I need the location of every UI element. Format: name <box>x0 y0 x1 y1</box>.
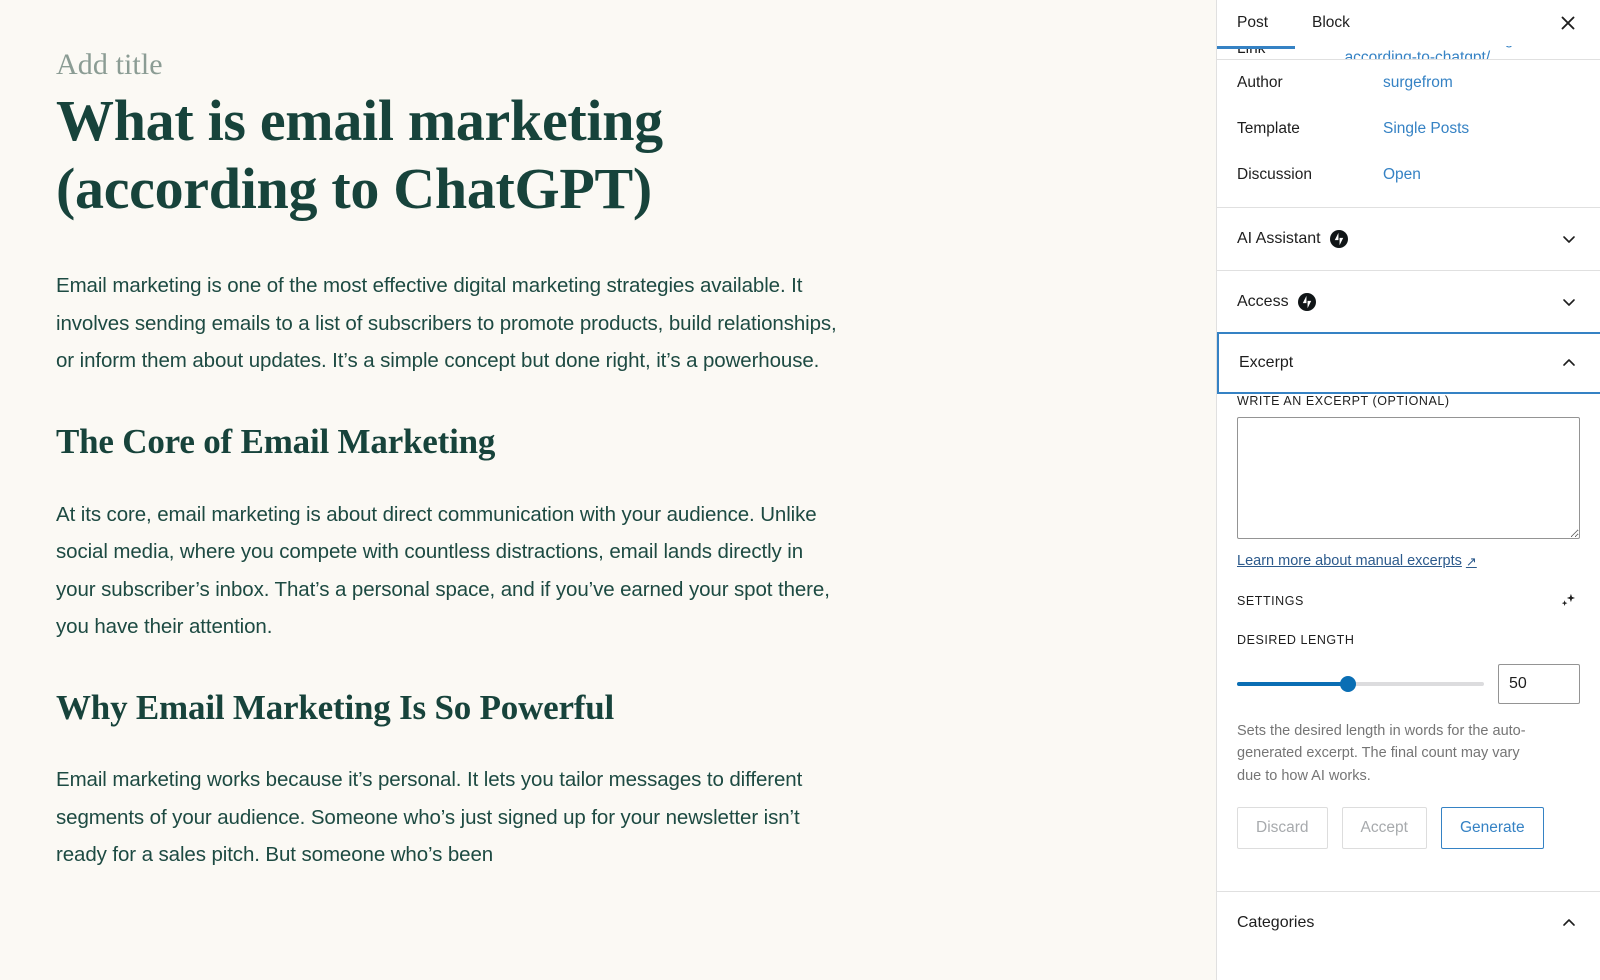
generate-button[interactable]: Generate <box>1440 807 1544 850</box>
active-tab-indicator <box>1217 46 1295 49</box>
post-title-input[interactable]: What is email marketing (according to Ch… <box>56 87 696 224</box>
discussion-row: Discussion Open <box>1217 152 1600 198</box>
panel-access[interactable]: Access <box>1217 271 1600 333</box>
slider-thumb[interactable] <box>1340 676 1357 692</box>
editor-window: Add title What is email marketing (accor… <box>0 0 1600 980</box>
discussion-label: Discussion <box>1237 166 1312 183</box>
discussion-value[interactable]: Open <box>1383 166 1421 184</box>
paragraph-block-2[interactable]: At its core, email marketing is about di… <box>56 496 846 646</box>
editor-canvas: Add title What is email marketing (accor… <box>0 0 1216 980</box>
desired-length-number-input[interactable] <box>1498 664 1580 704</box>
sidebar-tab-bar: Post Block <box>1217 0 1600 46</box>
excerpt-textarea[interactable] <box>1237 417 1580 539</box>
panel-ai-assistant[interactable]: AI Assistant <box>1217 208 1600 270</box>
sidebar-scroll-area[interactable]: Link /what-is-email-marketing-according-… <box>1217 46 1600 980</box>
author-value[interactable]: surgefrom <box>1383 74 1453 92</box>
panel-excerpt[interactable]: Excerpt <box>1217 332 1600 394</box>
excerpt-field-label: WRITE AN EXCERPT (OPTIONAL) <box>1237 394 1450 408</box>
jetpack-icon <box>1329 230 1348 248</box>
tab-block[interactable]: Block <box>1298 0 1364 46</box>
settings-label: SETTINGS <box>1237 594 1304 608</box>
external-link-icon: ↗ <box>1465 553 1477 569</box>
close-icon <box>1561 16 1575 30</box>
permalink-value[interactable]: /what-is-email-marketing-according-to-ch… <box>1345 46 1580 59</box>
tab-post[interactable]: Post <box>1237 0 1282 46</box>
sparkles-icon <box>1556 589 1580 613</box>
desired-length-help-text: Sets the desired length in words for the… <box>1237 723 1526 784</box>
panel-excerpt-label: Excerpt <box>1239 354 1294 371</box>
heading-block-2[interactable]: Why Email Marketing Is So Powerful <box>56 686 1160 730</box>
settings-sidebar: Post Block Link /what-is-email-marketing… <box>1216 0 1600 980</box>
chevron-up-icon <box>1558 352 1580 374</box>
template-row: Template Single Posts <box>1217 106 1600 152</box>
close-sidebar-button[interactable] <box>1550 5 1586 41</box>
learn-more-manual-excerpts-link[interactable]: Learn more about manual excerpts ↗ <box>1237 553 1477 569</box>
ai-settings-row: SETTINGS <box>1237 589 1580 613</box>
learn-more-label: Learn more about manual excerpts <box>1237 553 1462 569</box>
template-label: Template <box>1237 120 1300 137</box>
jetpack-icon <box>1297 293 1316 311</box>
heading-block-1[interactable]: The Core of Email Marketing <box>56 420 1160 464</box>
excerpt-panel-body: WRITE AN EXCERPT (OPTIONAL) Learn more a… <box>1217 394 1600 869</box>
desired-length-control <box>1237 664 1580 704</box>
desired-length-slider[interactable] <box>1237 674 1484 694</box>
panel-access-label: Access <box>1237 293 1289 310</box>
panel-ai-assistant-label: AI Assistant <box>1237 230 1321 247</box>
paragraph-block-3[interactable]: Email marketing works because it’s perso… <box>56 761 846 874</box>
chevron-down-icon <box>1558 228 1580 250</box>
slider-fill <box>1237 682 1349 686</box>
accept-button[interactable]: Accept <box>1341 807 1427 850</box>
chevron-up-icon <box>1558 912 1580 934</box>
excerpt-action-buttons: Discard Accept Generate <box>1237 807 1580 850</box>
paragraph-block-1[interactable]: Email marketing is one of the most effec… <box>56 267 846 380</box>
desired-length-label: DESIRED LENGTH <box>1237 633 1355 647</box>
permalink-row-partial[interactable]: Link /what-is-email-marketing-according-… <box>1217 46 1600 60</box>
panel-categories[interactable]: Categories <box>1217 891 1600 953</box>
chevron-down-icon <box>1558 291 1580 313</box>
discard-button[interactable]: Discard <box>1237 807 1328 850</box>
post-title-placeholder: Add title <box>56 48 163 81</box>
author-label: Author <box>1237 74 1283 91</box>
author-row: Author surgefrom <box>1217 60 1600 106</box>
template-value[interactable]: Single Posts <box>1383 120 1469 138</box>
panel-categories-label: Categories <box>1237 913 1315 931</box>
